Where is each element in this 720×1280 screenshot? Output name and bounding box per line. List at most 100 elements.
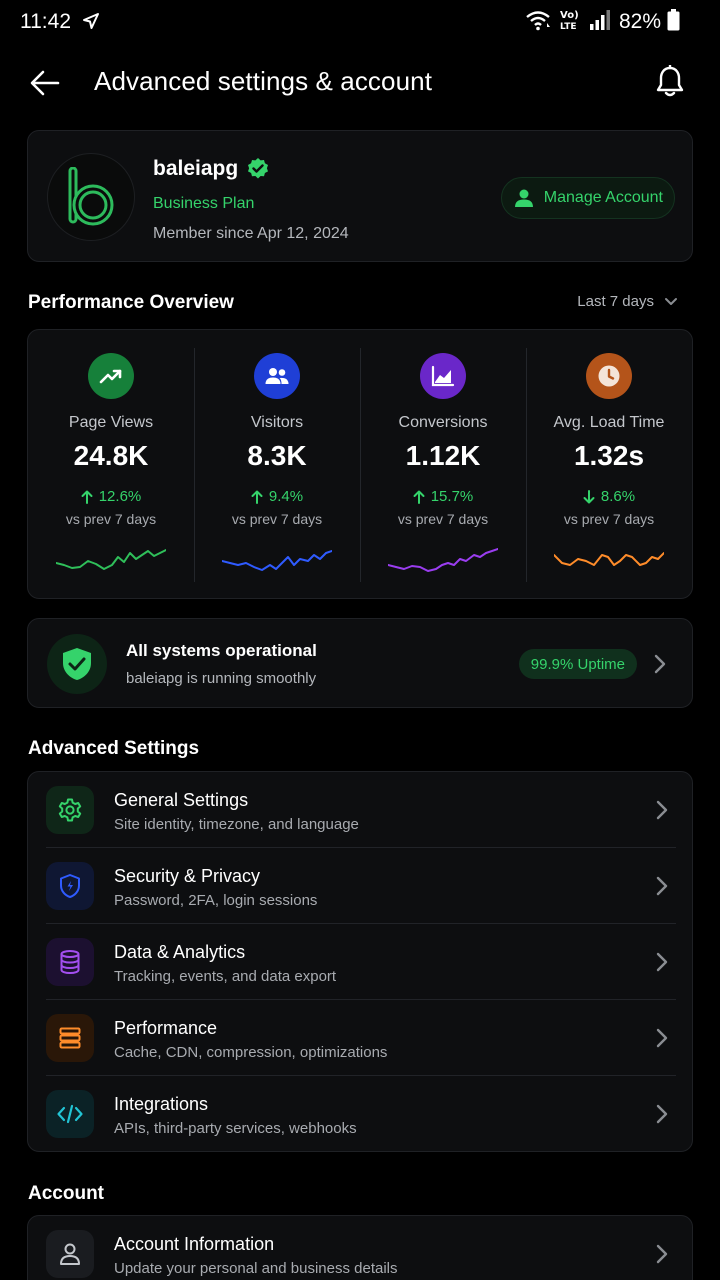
profile-card: baleiapg Business Plan Member since Apr … xyxy=(27,130,693,262)
page-title: Advanced settings & account xyxy=(94,66,433,96)
settings-item-performance[interactable]: Performance Cache, CDN, compression, opt… xyxy=(28,1000,694,1076)
metric-label: Visitors xyxy=(250,414,304,431)
account-item-information[interactable]: Account Information Update your personal… xyxy=(28,1216,694,1280)
chevron-down-icon xyxy=(665,297,677,305)
account-item-subtitle: Update your personal and business detail… xyxy=(114,1260,398,1277)
status-bar: 11:42 Vo) LTE 82% xyxy=(0,0,720,44)
sparkline-avg-load-time xyxy=(554,552,664,566)
status-time: 11:42 xyxy=(20,10,71,33)
settings-item-integrations[interactable]: Integrations APIs, third-party services,… xyxy=(28,1076,694,1152)
settings-item-general[interactable]: General Settings Site identity, timezone… xyxy=(28,772,694,848)
arrow-up-icon xyxy=(251,490,263,504)
signal-icon xyxy=(589,9,611,36)
shield-icon xyxy=(46,862,94,910)
chevron-right-icon xyxy=(653,1027,671,1049)
arrow-up-icon xyxy=(81,490,93,504)
sparkline-conversions xyxy=(388,548,498,572)
metric-value: 1.12K xyxy=(405,440,481,471)
app-header: Advanced settings & account xyxy=(0,52,720,112)
settings-item-title: Security & Privacy xyxy=(114,866,261,886)
clock-icon xyxy=(586,353,632,399)
arrow-up-icon xyxy=(413,490,425,504)
user-icon xyxy=(514,189,533,207)
chevron-right-icon xyxy=(653,799,671,821)
user-icon xyxy=(46,1230,94,1278)
metric-delta-value: 15.7% xyxy=(430,488,474,505)
account-section-title: Account xyxy=(28,1183,104,1204)
performance-overview-card: Page Views 24.8K 12.6% vs prev 7 days Vi… xyxy=(27,329,693,599)
gear-icon xyxy=(46,786,94,834)
metric-delta: 8.6% xyxy=(526,488,692,505)
metric-avg-load-time[interactable]: Avg. Load Time 1.32s 8.6% vs prev 7 days xyxy=(526,330,692,600)
metric-delta-value: 12.6% xyxy=(98,488,142,505)
manage-account-button[interactable]: Manage Account xyxy=(500,177,675,219)
chevron-right-icon xyxy=(651,653,669,675)
brand-logo-icon xyxy=(68,167,114,226)
profile-name: baleiapg xyxy=(153,157,239,180)
date-range-label: Last 7 days xyxy=(577,293,654,310)
chevron-right-icon xyxy=(653,875,671,897)
metric-compare: vs prev 7 days xyxy=(563,511,655,527)
battery-percentage: 82% xyxy=(618,10,661,33)
back-arrow-icon xyxy=(30,70,60,96)
svg-text:Vo): Vo) xyxy=(560,10,579,21)
advanced-settings-list: General Settings Site identity, timezone… xyxy=(27,771,693,1152)
notifications-button[interactable] xyxy=(654,64,686,98)
chevron-right-icon xyxy=(653,1243,671,1265)
arrow-down-icon xyxy=(583,489,595,503)
advanced-settings-title: Advanced Settings xyxy=(28,738,200,759)
settings-item-subtitle: Tracking, events, and data export xyxy=(114,968,337,985)
metric-value: 8.3K xyxy=(247,440,307,471)
settings-item-title: Integrations xyxy=(114,1094,209,1114)
wifi-icon xyxy=(525,9,553,36)
manage-account-label: Manage Account xyxy=(543,189,663,206)
metric-delta: 15.7% xyxy=(360,488,526,505)
settings-item-title: Data & Analytics xyxy=(114,942,246,962)
navigation-arrow-icon xyxy=(82,12,100,35)
system-status-card[interactable]: All systems operational baleiapg is runn… xyxy=(27,618,693,708)
uptime-badge: 99.9% Uptime xyxy=(518,649,637,679)
settings-item-security[interactable]: Security & Privacy Password, 2FA, login … xyxy=(28,848,694,924)
database-icon xyxy=(46,938,94,986)
metric-compare: vs prev 7 days xyxy=(65,511,157,527)
battery-icon xyxy=(667,8,680,36)
metric-delta: 12.6% xyxy=(28,488,194,505)
settings-item-title: General Settings xyxy=(114,790,249,810)
metric-visitors[interactable]: Visitors 8.3K 9.4% vs prev 7 days xyxy=(194,330,360,600)
metric-value: 24.8K xyxy=(73,440,149,471)
settings-item-subtitle: APIs, third-party services, webhooks xyxy=(114,1120,357,1137)
settings-item-subtitle: Site identity, timezone, and language xyxy=(114,816,359,833)
member-since: Member since Apr 12, 2024 xyxy=(153,225,349,242)
settings-item-subtitle: Password, 2FA, login sessions xyxy=(114,892,318,909)
date-range-select[interactable]: Last 7 days xyxy=(577,293,678,310)
metric-delta: 9.4% xyxy=(194,488,360,505)
metric-conversions[interactable]: Conversions 1.12K 15.7% vs prev 7 days xyxy=(360,330,526,600)
metric-delta-value: 8.6% xyxy=(600,488,636,505)
profile-name-row: baleiapg xyxy=(153,157,270,181)
metric-label: Conversions xyxy=(398,414,488,431)
system-status-title: All systems operational xyxy=(126,641,317,660)
performance-section-title: Performance Overview xyxy=(28,292,234,313)
status-indicators: Vo) LTE 82% xyxy=(525,8,680,36)
uptime-label: 99.9% Uptime xyxy=(530,655,625,673)
code-icon xyxy=(46,1090,94,1138)
system-status-subtitle: baleiapg is running smoothly xyxy=(126,670,317,687)
metric-label: Avg. Load Time xyxy=(553,414,665,431)
settings-item-title: Performance xyxy=(114,1018,218,1038)
account-list: Account Information Update your personal… xyxy=(27,1215,693,1280)
chevron-right-icon xyxy=(653,951,671,973)
sparkline-visitors xyxy=(222,550,332,571)
metric-compare: vs prev 7 days xyxy=(397,511,489,527)
back-button[interactable] xyxy=(28,66,62,100)
trending-up-icon xyxy=(88,353,134,399)
metric-label: Page Views xyxy=(68,414,154,431)
account-item-title: Account Information xyxy=(114,1234,275,1254)
chevron-right-icon xyxy=(653,1103,671,1125)
shield-check-icon xyxy=(47,634,107,694)
volte-icon: Vo) LTE xyxy=(559,8,583,37)
verified-badge-icon xyxy=(248,158,269,179)
settings-item-data-analytics[interactable]: Data & Analytics Tracking, events, and d… xyxy=(28,924,694,1000)
metric-page-views[interactable]: Page Views 24.8K 12.6% vs prev 7 days xyxy=(28,330,194,600)
users-icon xyxy=(254,353,300,399)
chart-area-icon xyxy=(420,353,466,399)
